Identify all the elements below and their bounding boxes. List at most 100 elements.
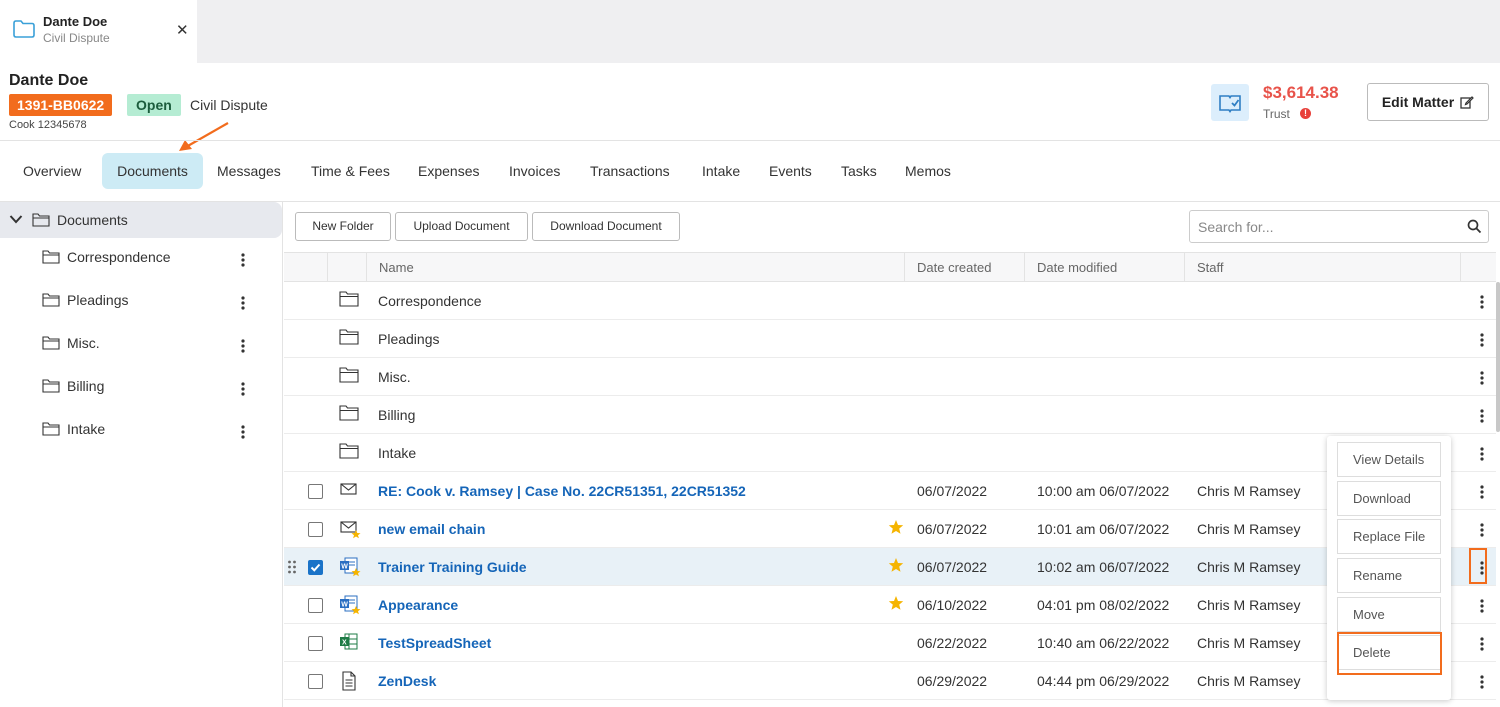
excel-icon: X bbox=[340, 633, 358, 650]
row-date-modified: 10:01 am 06/07/2022 bbox=[1037, 521, 1170, 537]
more-options-icon[interactable] bbox=[236, 424, 250, 440]
table-row[interactable]: W Trainer Training Guide 06/07/2022 10:0… bbox=[284, 548, 1496, 586]
more-options-icon[interactable] bbox=[1475, 674, 1489, 690]
more-options-icon[interactable] bbox=[1475, 446, 1489, 462]
tab-messages[interactable]: Messages bbox=[205, 153, 293, 189]
matter-client-name: Dante Doe bbox=[9, 72, 89, 89]
row-name[interactable]: Billing bbox=[378, 407, 415, 423]
more-options-icon[interactable] bbox=[1475, 484, 1489, 500]
menu-item-rename[interactable]: Rename bbox=[1337, 558, 1441, 593]
sidebar-item-misc[interactable]: Misc. bbox=[0, 325, 282, 361]
row-name[interactable]: Misc. bbox=[378, 369, 411, 385]
tab-events[interactable]: Events bbox=[757, 153, 824, 189]
row-name[interactable]: Appearance bbox=[378, 597, 458, 613]
more-options-icon[interactable] bbox=[236, 381, 250, 397]
row-name[interactable]: RE: Cook v. Ramsey | Case No. 22CR51351,… bbox=[378, 483, 746, 499]
row-name[interactable]: ZenDesk bbox=[378, 673, 436, 689]
sidebar-item-label: Intake bbox=[67, 421, 106, 437]
column-header-date-created[interactable]: Date created bbox=[917, 253, 991, 282]
row-checkbox[interactable] bbox=[308, 522, 323, 537]
chevron-down-icon[interactable] bbox=[9, 212, 23, 226]
tab-time-fees[interactable]: Time & Fees bbox=[299, 153, 402, 189]
more-options-icon[interactable] bbox=[1475, 598, 1489, 614]
row-checkbox[interactable] bbox=[308, 674, 323, 689]
row-name[interactable]: Intake bbox=[378, 445, 416, 461]
more-options-icon[interactable] bbox=[1475, 522, 1489, 538]
sidebar-item-intake[interactable]: Intake bbox=[0, 411, 282, 447]
edit-icon bbox=[1460, 96, 1475, 109]
column-divider bbox=[327, 253, 328, 282]
row-checkbox[interactable] bbox=[308, 636, 323, 651]
row-staff: Chris M Ramsey bbox=[1197, 673, 1301, 689]
document-icon bbox=[342, 671, 356, 691]
matter-tab-client: Dante Doe bbox=[43, 14, 108, 29]
row-checkbox[interactable] bbox=[308, 598, 323, 613]
menu-item-view-details[interactable]: View Details bbox=[1337, 442, 1441, 477]
table-row[interactable]: Misc. bbox=[284, 358, 1496, 396]
column-header-staff[interactable]: Staff bbox=[1197, 253, 1224, 282]
trust-ledger-button[interactable] bbox=[1211, 84, 1249, 121]
more-options-icon[interactable] bbox=[1475, 294, 1489, 310]
menu-item-download[interactable]: Download bbox=[1337, 481, 1441, 516]
folder-icon bbox=[339, 443, 359, 459]
table-row[interactable]: Billing bbox=[284, 396, 1496, 434]
column-header-name[interactable]: Name bbox=[379, 253, 414, 282]
svg-text:W: W bbox=[341, 602, 348, 609]
edit-matter-button[interactable]: Edit Matter bbox=[1367, 83, 1489, 121]
search-icon[interactable] bbox=[1467, 219, 1482, 234]
close-icon[interactable]: ✕ bbox=[176, 21, 189, 39]
more-options-icon[interactable] bbox=[236, 252, 250, 268]
row-name[interactable]: new email chain bbox=[378, 521, 485, 537]
sidebar-item-billing[interactable]: Billing bbox=[0, 368, 282, 404]
more-options-icon[interactable] bbox=[1475, 332, 1489, 348]
email-icon bbox=[340, 483, 357, 495]
table-row[interactable]: Correspondence bbox=[284, 282, 1496, 320]
tab-documents[interactable]: Documents bbox=[102, 153, 203, 189]
more-options-icon[interactable] bbox=[236, 338, 250, 354]
row-name[interactable]: TestSpreadSheet bbox=[378, 635, 491, 651]
table-row[interactable]: Intake bbox=[284, 434, 1496, 472]
more-options-icon[interactable] bbox=[1475, 370, 1489, 386]
table-row[interactable]: X TestSpreadSheet 06/22/2022 10:40 am 06… bbox=[284, 624, 1496, 662]
trust-label: Trust bbox=[1263, 107, 1290, 121]
table-row[interactable]: W Appearance 06/10/2022 04:01 pm 08/02/2… bbox=[284, 586, 1496, 624]
tab-expenses[interactable]: Expenses bbox=[406, 153, 491, 189]
more-options-icon[interactable] bbox=[1475, 636, 1489, 652]
row-name[interactable]: Pleadings bbox=[378, 331, 440, 347]
tab-invoices[interactable]: Invoices bbox=[497, 153, 572, 189]
tab-intake[interactable]: Intake bbox=[690, 153, 752, 189]
drag-handle-icon[interactable] bbox=[287, 560, 297, 574]
row-checkbox[interactable] bbox=[308, 484, 323, 499]
table-row[interactable]: Pleadings bbox=[284, 320, 1496, 358]
upload-document-button[interactable]: Upload Document bbox=[395, 212, 528, 241]
kebab-highlight bbox=[1469, 548, 1487, 584]
row-checkbox[interactable] bbox=[308, 560, 323, 575]
column-header-date-modified[interactable]: Date modified bbox=[1037, 253, 1117, 282]
table-row[interactable]: ZenDesk 06/29/2022 04:44 pm 06/29/2022 C… bbox=[284, 662, 1496, 700]
annotation-arrow-icon bbox=[179, 122, 229, 151]
row-name[interactable]: Trainer Training Guide bbox=[378, 559, 527, 575]
tab-transactions[interactable]: Transactions bbox=[578, 153, 682, 189]
table-row[interactable]: new email chain 06/07/2022 10:01 am 06/0… bbox=[284, 510, 1496, 548]
star-icon[interactable] bbox=[888, 595, 904, 611]
more-options-icon[interactable] bbox=[1475, 408, 1489, 424]
menu-item-replace-file[interactable]: Replace File bbox=[1337, 519, 1441, 554]
sidebar-item-pleadings[interactable]: Pleadings bbox=[0, 282, 282, 318]
matter-tab[interactable]: Dante Doe Civil Dispute ✕ bbox=[0, 0, 197, 63]
search-input[interactable] bbox=[1190, 211, 1458, 242]
star-icon[interactable] bbox=[888, 557, 904, 573]
download-document-button[interactable]: Download Document bbox=[532, 212, 680, 241]
new-folder-button[interactable]: New Folder bbox=[295, 212, 391, 241]
tab-overview[interactable]: Overview bbox=[11, 153, 93, 189]
star-icon[interactable] bbox=[888, 519, 904, 535]
tab-tasks[interactable]: Tasks bbox=[829, 153, 889, 189]
sidebar-item-correspondence[interactable]: Correspondence bbox=[0, 239, 282, 275]
scrollbar[interactable] bbox=[1496, 282, 1500, 432]
tab-memos[interactable]: Memos bbox=[893, 153, 963, 189]
sidebar-item-documents[interactable]: Documents bbox=[0, 202, 282, 238]
table-row[interactable]: RE: Cook v. Ramsey | Case No. 22CR51351,… bbox=[284, 472, 1496, 510]
svg-text:W: W bbox=[341, 564, 348, 571]
row-name[interactable]: Correspondence bbox=[378, 293, 482, 309]
more-options-icon[interactable] bbox=[236, 295, 250, 311]
menu-item-move[interactable]: Move bbox=[1337, 597, 1441, 632]
